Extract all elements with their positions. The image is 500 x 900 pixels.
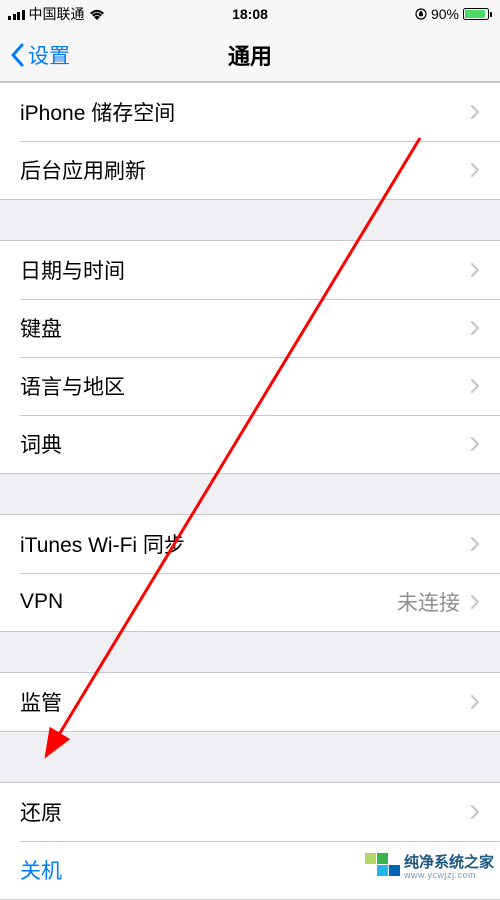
row-right	[470, 378, 480, 394]
chevron-right-icon	[470, 536, 480, 552]
row-label: 日期与时间	[20, 255, 125, 285]
settings-group: 日期与时间键盘语言与地区词典	[0, 240, 500, 474]
row-label: 关机	[20, 855, 62, 885]
back-label: 设置	[28, 40, 70, 70]
settings-row[interactable]: 监管	[0, 673, 500, 731]
row-right	[470, 694, 480, 710]
row-right	[470, 320, 480, 336]
back-button[interactable]: 设置	[10, 40, 70, 70]
row-right: 未连接	[397, 587, 480, 617]
status-right: 90%	[415, 6, 492, 22]
page-title: 通用	[228, 39, 272, 71]
battery-percent: 90%	[431, 6, 459, 22]
nav-bar: 设置 通用	[0, 28, 500, 82]
row-label: 还原	[20, 797, 62, 827]
settings-row[interactable]: 词典	[0, 415, 500, 473]
chevron-right-icon	[470, 694, 480, 710]
settings-row[interactable]: 日期与时间	[0, 241, 500, 299]
settings-group: 监管	[0, 672, 500, 732]
settings-row[interactable]: iPhone 储存空间	[0, 83, 500, 141]
row-value: 未连接	[397, 587, 460, 617]
row-right	[470, 104, 480, 120]
watermark: 纯净系统之家 www.ycwjzj.com	[365, 853, 494, 883]
row-right	[470, 804, 480, 820]
orientation-lock-icon	[415, 8, 427, 20]
settings-row[interactable]: 后台应用刷新	[0, 141, 500, 199]
group-spacer	[0, 474, 500, 514]
group-spacer	[0, 632, 500, 672]
signal-bars-icon	[8, 8, 25, 20]
status-left: 中国联通	[8, 4, 105, 24]
settings-row[interactable]: 语言与地区	[0, 357, 500, 415]
chevron-right-icon	[470, 104, 480, 120]
row-label: 词典	[20, 429, 62, 459]
chevron-left-icon	[10, 43, 24, 67]
chevron-right-icon	[470, 594, 480, 610]
settings-row[interactable]: VPN 未连接	[0, 573, 500, 631]
row-label: 键盘	[20, 313, 62, 343]
status-bar: 中国联通 18:08 90%	[0, 0, 500, 28]
wifi-icon	[89, 8, 105, 20]
row-label: 语言与地区	[20, 371, 125, 401]
content[interactable]: iPhone 储存空间后台应用刷新日期与时间键盘语言与地区词典iTunes Wi…	[0, 82, 500, 900]
settings-group: iTunes Wi-Fi 同步 VPN 未连接	[0, 514, 500, 632]
chevron-right-icon	[470, 162, 480, 178]
row-right	[470, 262, 480, 278]
settings-row[interactable]: iTunes Wi-Fi 同步	[0, 515, 500, 573]
clock: 18:08	[232, 6, 268, 22]
chevron-right-icon	[470, 320, 480, 336]
chevron-right-icon	[470, 804, 480, 820]
row-right	[470, 536, 480, 552]
carrier-label: 中国联通	[29, 4, 85, 24]
watermark-cn: 纯净系统之家	[404, 855, 494, 872]
chevron-right-icon	[470, 378, 480, 394]
row-label: iPhone 储存空间	[20, 97, 175, 127]
watermark-logo-icon	[365, 853, 399, 883]
group-spacer	[0, 732, 500, 782]
settings-row[interactable]: 还原	[0, 783, 500, 841]
settings-row[interactable]: 键盘	[0, 299, 500, 357]
chevron-right-icon	[470, 262, 480, 278]
row-right	[470, 436, 480, 452]
row-label: iTunes Wi-Fi 同步	[20, 529, 185, 559]
group-spacer	[0, 200, 500, 240]
watermark-en: www.ycwjzj.com	[404, 871, 494, 881]
row-label: 监管	[20, 687, 62, 717]
row-label: VPN	[20, 590, 63, 614]
row-right	[470, 162, 480, 178]
row-label: 后台应用刷新	[20, 155, 146, 185]
settings-group: iPhone 储存空间后台应用刷新	[0, 82, 500, 200]
chevron-right-icon	[470, 436, 480, 452]
battery-icon	[463, 8, 492, 20]
